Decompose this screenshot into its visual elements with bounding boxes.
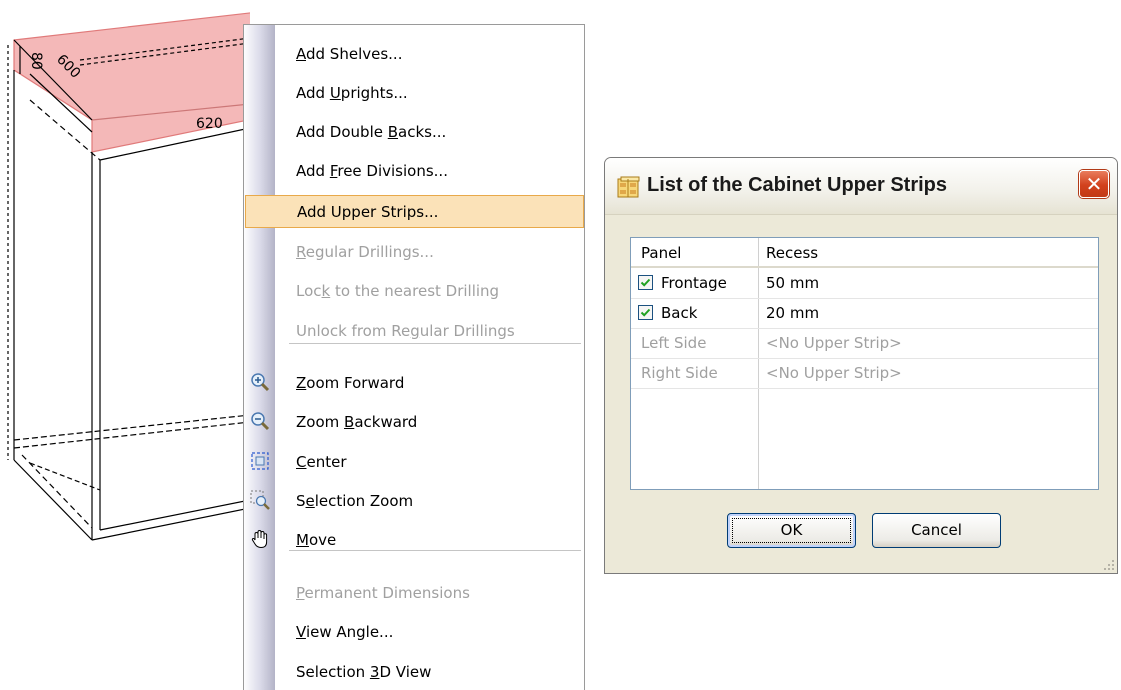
- hand-icon: [250, 529, 270, 549]
- menu-item-label: Lock to the nearest Drilling: [296, 282, 500, 300]
- cancel-button[interactable]: Cancel: [872, 513, 1001, 548]
- menu-item-label: Add Upper Strips...: [297, 203, 439, 221]
- menu-item[interactable]: Selection Zoom: [244, 484, 584, 517]
- table-row[interactable]: Frontage 50 mm: [631, 268, 1098, 299]
- resize-grip-icon[interactable]: [1101, 557, 1115, 571]
- menu-item: Regular Drillings...: [244, 235, 584, 268]
- cancel-label: Cancel: [911, 521, 962, 539]
- focus-rectangle: [732, 518, 851, 543]
- cell-recess[interactable]: 20 mm: [766, 304, 819, 322]
- column-header-panel[interactable]: Panel: [641, 244, 681, 262]
- menu-item[interactable]: View Angle...: [244, 615, 584, 648]
- cell-panel: Back: [661, 304, 698, 322]
- zoom-in-icon: [250, 372, 270, 392]
- menu-item-label: Unlock from Regular Drillings: [296, 322, 515, 340]
- menu-item-label: Center: [296, 453, 347, 471]
- menu-item[interactable]: Selection 3D View: [244, 655, 584, 688]
- selection-zoom-icon: [250, 490, 270, 510]
- column-header-recess[interactable]: Recess: [766, 244, 818, 262]
- dialog-titlebar[interactable]: List of the Cabinet Upper Strips ✕: [605, 158, 1117, 215]
- menu-item[interactable]: Zoom Forward: [244, 366, 584, 399]
- context-menu: Add Shelves... Add Uprights... Add Double …: [243, 24, 585, 690]
- menu-item-label: Regular Drillings...: [296, 243, 434, 261]
- table-row: Right Side <No Upper Strip>: [631, 358, 1098, 389]
- menu-item[interactable]: Move: [244, 523, 584, 556]
- close-icon: ✕: [1085, 172, 1103, 196]
- dim-width: 620: [196, 116, 223, 132]
- menu-item[interactable]: Add Uprights...: [244, 76, 584, 109]
- menu-item-label: Zoom Backward: [296, 413, 418, 431]
- zoom-out-icon: [250, 411, 270, 431]
- menu-item[interactable]: Center: [244, 445, 584, 478]
- menu-separator: [289, 550, 581, 551]
- menu-item: Permanent Dimensions: [244, 576, 584, 609]
- menu-item[interactable]: Add Free Divisions...: [244, 154, 584, 187]
- cell-recess: <No Upper Strip>: [766, 364, 902, 382]
- menu-item-label: Add Shelves...: [296, 45, 403, 63]
- cell-recess: <No Upper Strip>: [766, 334, 902, 352]
- menu-item-label: View Angle...: [296, 623, 394, 641]
- row-checkbox[interactable]: [638, 305, 653, 320]
- cell-recess[interactable]: 50 mm: [766, 274, 819, 292]
- menu-item[interactable]: Zoom Backward: [244, 405, 584, 438]
- menu-item-label: Move: [296, 531, 337, 549]
- menu-separator: [289, 343, 581, 344]
- menu-item-label: Add Double Backs...: [296, 123, 447, 141]
- cabinet-icon: [617, 176, 640, 198]
- table-row: Left Side <No Upper Strip>: [631, 328, 1098, 359]
- menu-item[interactable]: Add Shelves...: [244, 37, 584, 70]
- upper-strips-dialog: List of the Cabinet Upper Strips ✕ Panel…: [604, 157, 1118, 574]
- menu-item-label: Permanent Dimensions: [296, 584, 470, 602]
- table-row[interactable]: Back 20 mm: [631, 298, 1098, 329]
- menu-item-label: Selection 3D View: [296, 663, 432, 681]
- ok-button[interactable]: OK: [727, 513, 856, 548]
- menu-item-label: Add Free Divisions...: [296, 162, 448, 180]
- row-checkbox[interactable]: [638, 275, 653, 290]
- close-button[interactable]: ✕: [1079, 170, 1109, 198]
- menu-item: Lock to the nearest Drilling: [244, 274, 584, 307]
- cell-panel: Left Side: [641, 334, 707, 352]
- cell-panel: Right Side: [641, 364, 718, 382]
- checkmark-icon: [640, 308, 651, 317]
- checkmark-icon: [640, 278, 651, 287]
- cabinet-drawing: 80 600 620: [7, 12, 250, 541]
- menu-item[interactable]: Add Double Backs...: [244, 115, 584, 148]
- table-header: Panel Recess: [631, 238, 1098, 268]
- cell-panel: Frontage: [661, 274, 727, 292]
- menu-item-label: Add Uprights...: [296, 84, 408, 102]
- upper-strips-table: Panel Recess Frontage 50 mm Back 20 mm Left …: [630, 237, 1099, 490]
- menu-item-label: Zoom Forward: [296, 374, 405, 392]
- menu-item-label: Selection Zoom: [296, 492, 414, 510]
- center-icon: [250, 451, 270, 471]
- dialog-title: List of the Cabinet Upper Strips: [647, 174, 948, 196]
- dim-height: 80: [28, 52, 44, 70]
- menu-item[interactable]: Add Upper Strips...: [245, 195, 584, 228]
